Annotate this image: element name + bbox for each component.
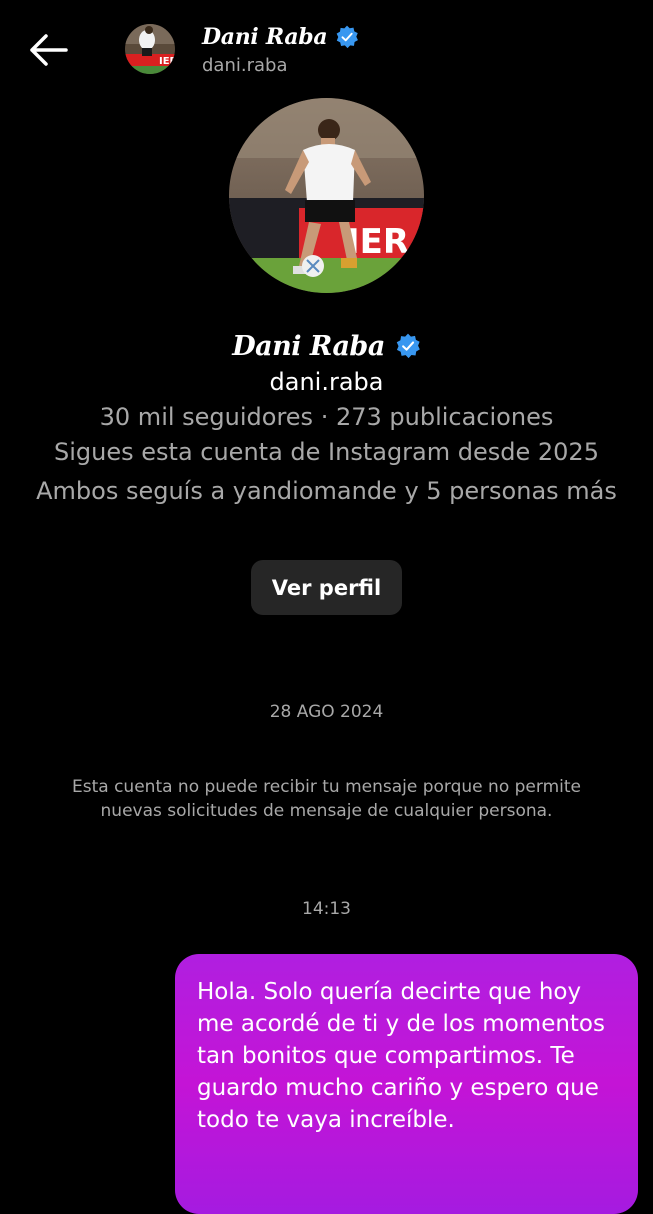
- time-separator: 14:13: [302, 899, 351, 919]
- svg-text:IER: IER: [159, 56, 175, 67]
- header-username: dani.raba: [202, 55, 288, 76]
- profile-display-name: Dani Raba: [232, 330, 385, 362]
- system-message: Esta cuenta no puede recibir tu mensaje …: [72, 777, 581, 821]
- verified-badge-icon: [396, 333, 420, 359]
- verified-badge-icon: [336, 25, 359, 49]
- date-separator: 28 AGO 2024: [269, 702, 384, 722]
- message-bubble-outgoing[interactable]: Hola. Solo quería decirte que hoy me aco…: [175, 954, 638, 1214]
- header-name-row[interactable]: Dani Raba: [202, 20, 359, 54]
- header-display-name: Dani Raba: [202, 24, 328, 50]
- profile-follow-since: Sigues esta cuenta de Instagram desde 20…: [54, 438, 599, 466]
- arrow-left-icon: [30, 34, 68, 66]
- profile-mutual-followers: Ambos seguís a yandiomande y 5 personas …: [36, 477, 617, 505]
- profile-username: dani.raba: [269, 368, 384, 396]
- profile-stats: 30 mil seguidores · 273 publicaciones: [99, 403, 554, 431]
- profile-avatar[interactable]: IER: [229, 98, 424, 293]
- back-button[interactable]: [26, 30, 70, 70]
- chat-header: IER Dani Raba dani.raba: [0, 0, 653, 98]
- profile-name-row: Dani Raba: [0, 326, 653, 366]
- view-profile-button[interactable]: Ver perfil: [251, 560, 402, 615]
- header-avatar[interactable]: IER: [125, 24, 175, 74]
